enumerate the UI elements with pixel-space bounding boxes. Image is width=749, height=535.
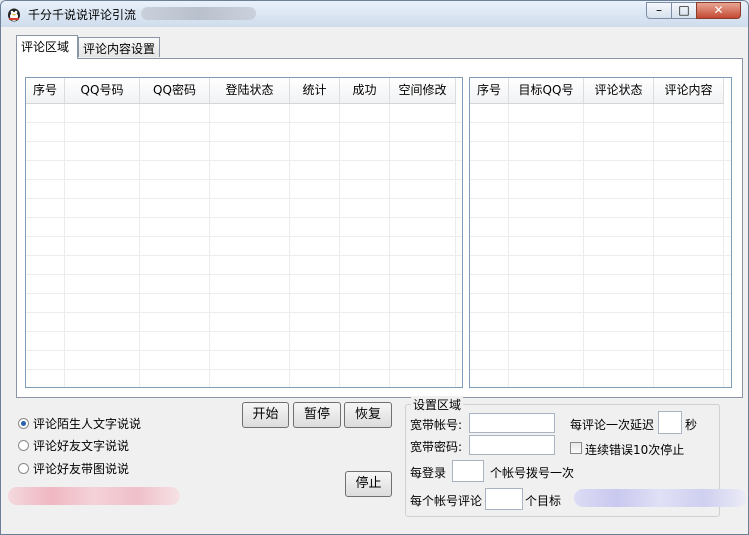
close-icon: ✕ (713, 3, 724, 17)
mode-label: 评论好友文字说说 (33, 439, 130, 453)
start-button[interactable]: 开始 (242, 402, 289, 428)
mode-label: 评论好友带图说说 (33, 462, 130, 476)
comment-delay-input[interactable] (658, 411, 682, 434)
targets-suffix-label: 个目标 (525, 494, 562, 508)
account-table-column-lines (26, 104, 456, 387)
account-table[interactable]: 序号 QQ号码 QQ密码 登陆状态 统计 成功 空间修改 (25, 77, 463, 388)
mode-label: 评论陌生人文字说说 (33, 417, 142, 431)
main-window: 千分千说说评论引流 – □ ✕ 评论区域 评论内容设置 序号 QQ号码 QQ密码… (0, 0, 749, 535)
target-table-header: 序号 目标QQ号 评论状态 评论内容 (470, 78, 724, 104)
tab-panel: 序号 QQ号码 QQ密码 登陆状态 统计 成功 空间修改 序号 目标QQ号 评论… (16, 58, 743, 398)
app-penguin-icon (8, 8, 20, 22)
minimize-button[interactable]: – (646, 2, 672, 19)
radio-icon[interactable] (18, 440, 29, 451)
account-table-header: 序号 QQ号码 QQ密码 登陆状态 统计 成功 空间修改 (26, 78, 456, 104)
comment-delay-label: 每评论一次延迟 (570, 418, 655, 432)
column-header[interactable]: 登陆状态 (210, 78, 290, 103)
broadband-account-input[interactable] (469, 413, 555, 433)
redacted-region-left (8, 487, 180, 505)
redial-count-input[interactable] (452, 460, 484, 482)
maximize-button[interactable]: □ (671, 2, 697, 19)
comment-delay-unit: 秒 (685, 418, 698, 432)
column-header[interactable]: 统计 (290, 78, 340, 103)
targets-count-input[interactable] (485, 488, 523, 510)
column-header[interactable]: 空间修改 (390, 78, 456, 103)
targets-prefix-label: 每个帐号评论 (410, 494, 483, 508)
column-header[interactable]: QQ密码 (140, 78, 210, 103)
broadband-password-input[interactable] (469, 435, 555, 455)
resume-button[interactable]: 恢复 (344, 402, 392, 428)
close-button[interactable]: ✕ (696, 2, 741, 19)
tab-comment-content-settings[interactable]: 评论内容设置 (78, 37, 160, 57)
stop-on-errors-checkbox[interactable] (570, 442, 582, 454)
maximize-icon: □ (678, 3, 690, 17)
mode-stranger-text[interactable]: 评论陌生人文字说说 (18, 415, 141, 432)
stop-on-errors-label: 连续错误10次停止 (585, 443, 685, 457)
broadband-password-label: 宽带密码: (410, 440, 463, 454)
column-header[interactable]: 目标QQ号 (509, 78, 584, 103)
radio-icon[interactable] (18, 463, 29, 474)
title-bar[interactable]: 千分千说说评论引流 – □ ✕ (1, 1, 748, 27)
column-header[interactable]: 评论状态 (584, 78, 654, 103)
tab-comment-area[interactable]: 评论区域 (16, 35, 78, 59)
mode-friend-text[interactable]: 评论好友文字说说 (18, 437, 129, 454)
minimize-icon: – (656, 3, 662, 17)
radio-selected-icon[interactable] (18, 418, 29, 429)
column-header[interactable]: 序号 (26, 78, 65, 103)
redacted-region-right (574, 489, 746, 507)
window-title: 千分千说说评论引流 (28, 8, 137, 22)
broadband-account-label: 宽带帐号: (410, 418, 463, 432)
target-table-column-lines (470, 104, 724, 387)
column-header[interactable]: 成功 (340, 78, 390, 103)
column-header[interactable]: QQ号码 (65, 78, 140, 103)
redial-prefix-label: 每登录 (410, 466, 447, 480)
settings-group-title: 设置区域 (411, 396, 464, 413)
target-table[interactable]: 序号 目标QQ号 评论状态 评论内容 (469, 77, 732, 388)
mode-friend-image[interactable]: 评论好友带图说说 (18, 460, 129, 477)
column-header[interactable]: 评论内容 (654, 78, 724, 103)
redacted-title-region (141, 7, 256, 20)
client-area: 评论区域 评论内容设置 序号 QQ号码 QQ密码 登陆状态 统计 成功 空间修改 (8, 31, 746, 529)
redial-suffix-label: 个帐号拨号一次 (490, 466, 575, 480)
stop-button[interactable]: 停止 (345, 471, 392, 497)
pause-button[interactable]: 暂停 (293, 402, 341, 428)
column-header[interactable]: 序号 (470, 78, 509, 103)
